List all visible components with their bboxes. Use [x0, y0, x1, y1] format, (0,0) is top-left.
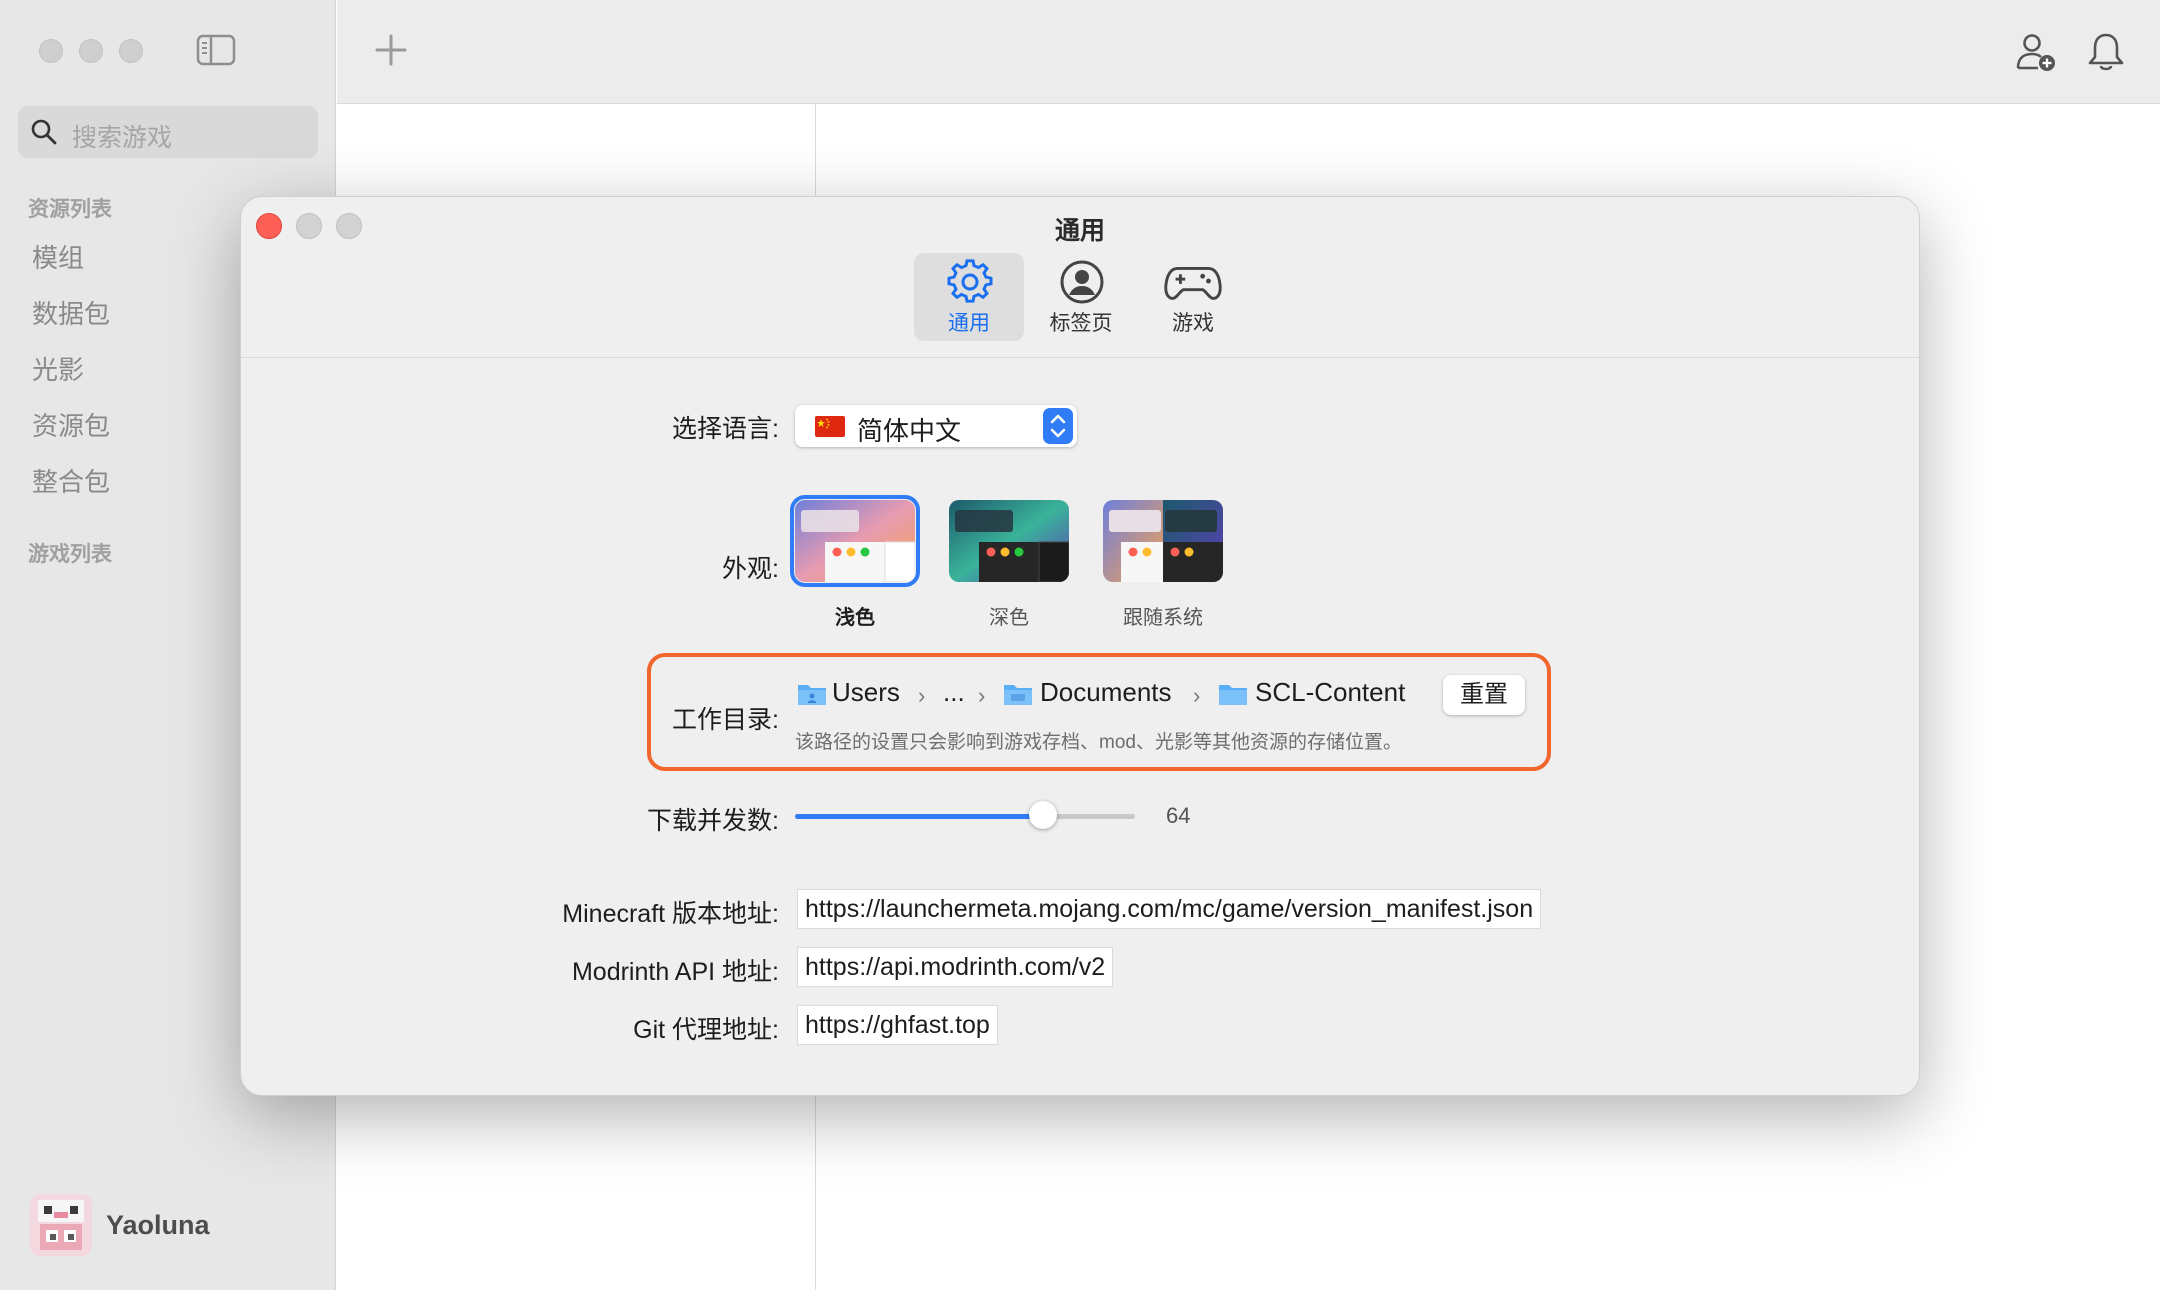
folder-icon [1219, 685, 1247, 705]
sidebar-item-resourcepacks[interactable]: 资源包 [32, 406, 110, 443]
theme-light-label: 浅色 [835, 607, 875, 629]
chevron-right-icon: › [1193, 683, 1201, 708]
folder-icon [1004, 685, 1032, 705]
path-segment-users[interactable]: Users [832, 677, 900, 708]
home-folder-icon [798, 685, 826, 705]
appearance-label: 外观: [722, 555, 779, 583]
modrinth-url-label: Modrinth API 地址: [571, 958, 779, 986]
download-concurrency-label: 下载并发数: [647, 807, 779, 835]
window-minimize-button[interactable] [79, 39, 103, 63]
settings-title: 通用 [1054, 217, 1105, 245]
language-label: 选择语言: [672, 415, 779, 443]
user-name: Yaoluna [106, 1210, 210, 1240]
workdir-hint: 该路径的设置只会影响到游戏存档、mod、光影等其他资源的存储位置。 [795, 732, 1402, 753]
china-flag-icon [815, 416, 845, 437]
person-circle-icon [1060, 260, 1104, 304]
language-select[interactable]: 简体中文 [795, 405, 1077, 447]
slider-fill [795, 814, 1043, 819]
chevron-up-down-icon [1043, 408, 1073, 444]
tab-general[interactable]: 通用 [914, 253, 1024, 341]
tab-games-label: 游戏 [1172, 312, 1214, 335]
sidebar-toggle-icon[interactable] [196, 34, 236, 66]
theme-auto-option[interactable]: 跟随系统 [1102, 500, 1224, 630]
download-concurrency-value: 64 [1166, 803, 1191, 828]
search-placeholder: 搜索游戏 [72, 124, 173, 152]
tab-games[interactable]: 游戏 [1138, 253, 1248, 341]
theme-auto-thumbnail [1103, 500, 1223, 582]
tab-general-label: 通用 [948, 312, 990, 335]
search-input[interactable]: 搜索游戏 [18, 106, 318, 158]
theme-dark-label: 深色 [989, 607, 1029, 629]
path-segment-scl-content[interactable]: SCL-Content [1255, 677, 1405, 708]
resources-section-header: 资源列表 [28, 198, 112, 221]
chevron-right-icon: › [978, 683, 986, 708]
search-icon [31, 119, 57, 145]
minecraft-url-label: Minecraft 版本地址: [562, 900, 779, 928]
add-person-icon[interactable] [2014, 30, 2058, 74]
sidebar-item-datapacks[interactable]: 数据包 [32, 294, 110, 331]
theme-dark-option[interactable]: 深色 [948, 500, 1070, 630]
gamepad-icon [1164, 267, 1222, 300]
main-toolbar [337, 0, 2160, 104]
avatar [30, 1194, 92, 1256]
gear-icon [947, 259, 993, 303]
sidebar-item-modpacks[interactable]: 整合包 [32, 462, 110, 499]
theme-light-thumbnail [790, 495, 920, 587]
tab-tabs-label: 标签页 [1049, 312, 1113, 335]
language-value: 简体中文 [857, 416, 962, 446]
sidebar-item-mods[interactable]: 模组 [32, 238, 84, 275]
window-zoom-button[interactable] [119, 39, 143, 63]
bell-icon[interactable] [2084, 30, 2128, 74]
theme-dark-thumbnail [949, 500, 1070, 583]
modrinth-url-field[interactable]: https://api.modrinth.com/v2 [797, 947, 1114, 987]
git-proxy-url-field[interactable]: https://ghfast.top [797, 1005, 998, 1045]
slider-knob[interactable] [1029, 801, 1057, 829]
chevron-right-icon: › [918, 683, 926, 708]
sidebar-item-shaders[interactable]: 光影 [32, 350, 84, 387]
path-segment-ellipsis[interactable]: ... [943, 677, 965, 708]
settings-window: 通用 通用 标签页 游戏 选择语言: 简体中文 外观: 浅色 深色 跟随系统 工… [240, 196, 1920, 1096]
games-section-header: 游戏列表 [28, 543, 112, 566]
path-segment-documents[interactable]: Documents [1040, 677, 1172, 708]
tab-tabs[interactable]: 标签页 [1026, 253, 1136, 341]
download-concurrency-slider[interactable] [795, 814, 1135, 819]
window-close-button[interactable] [39, 39, 63, 63]
git-proxy-url-label: Git 代理地址: [633, 1016, 779, 1044]
theme-auto-label: 跟随系统 [1123, 607, 1203, 629]
theme-light-option[interactable]: 浅色 [790, 495, 920, 630]
reset-button[interactable]: 重置 [1443, 675, 1525, 715]
workdir-label: 工作目录: [672, 706, 779, 734]
plus-icon[interactable] [371, 30, 411, 70]
minecraft-url-field[interactable]: https://launchermeta.mojang.com/mc/game/… [797, 889, 1542, 929]
